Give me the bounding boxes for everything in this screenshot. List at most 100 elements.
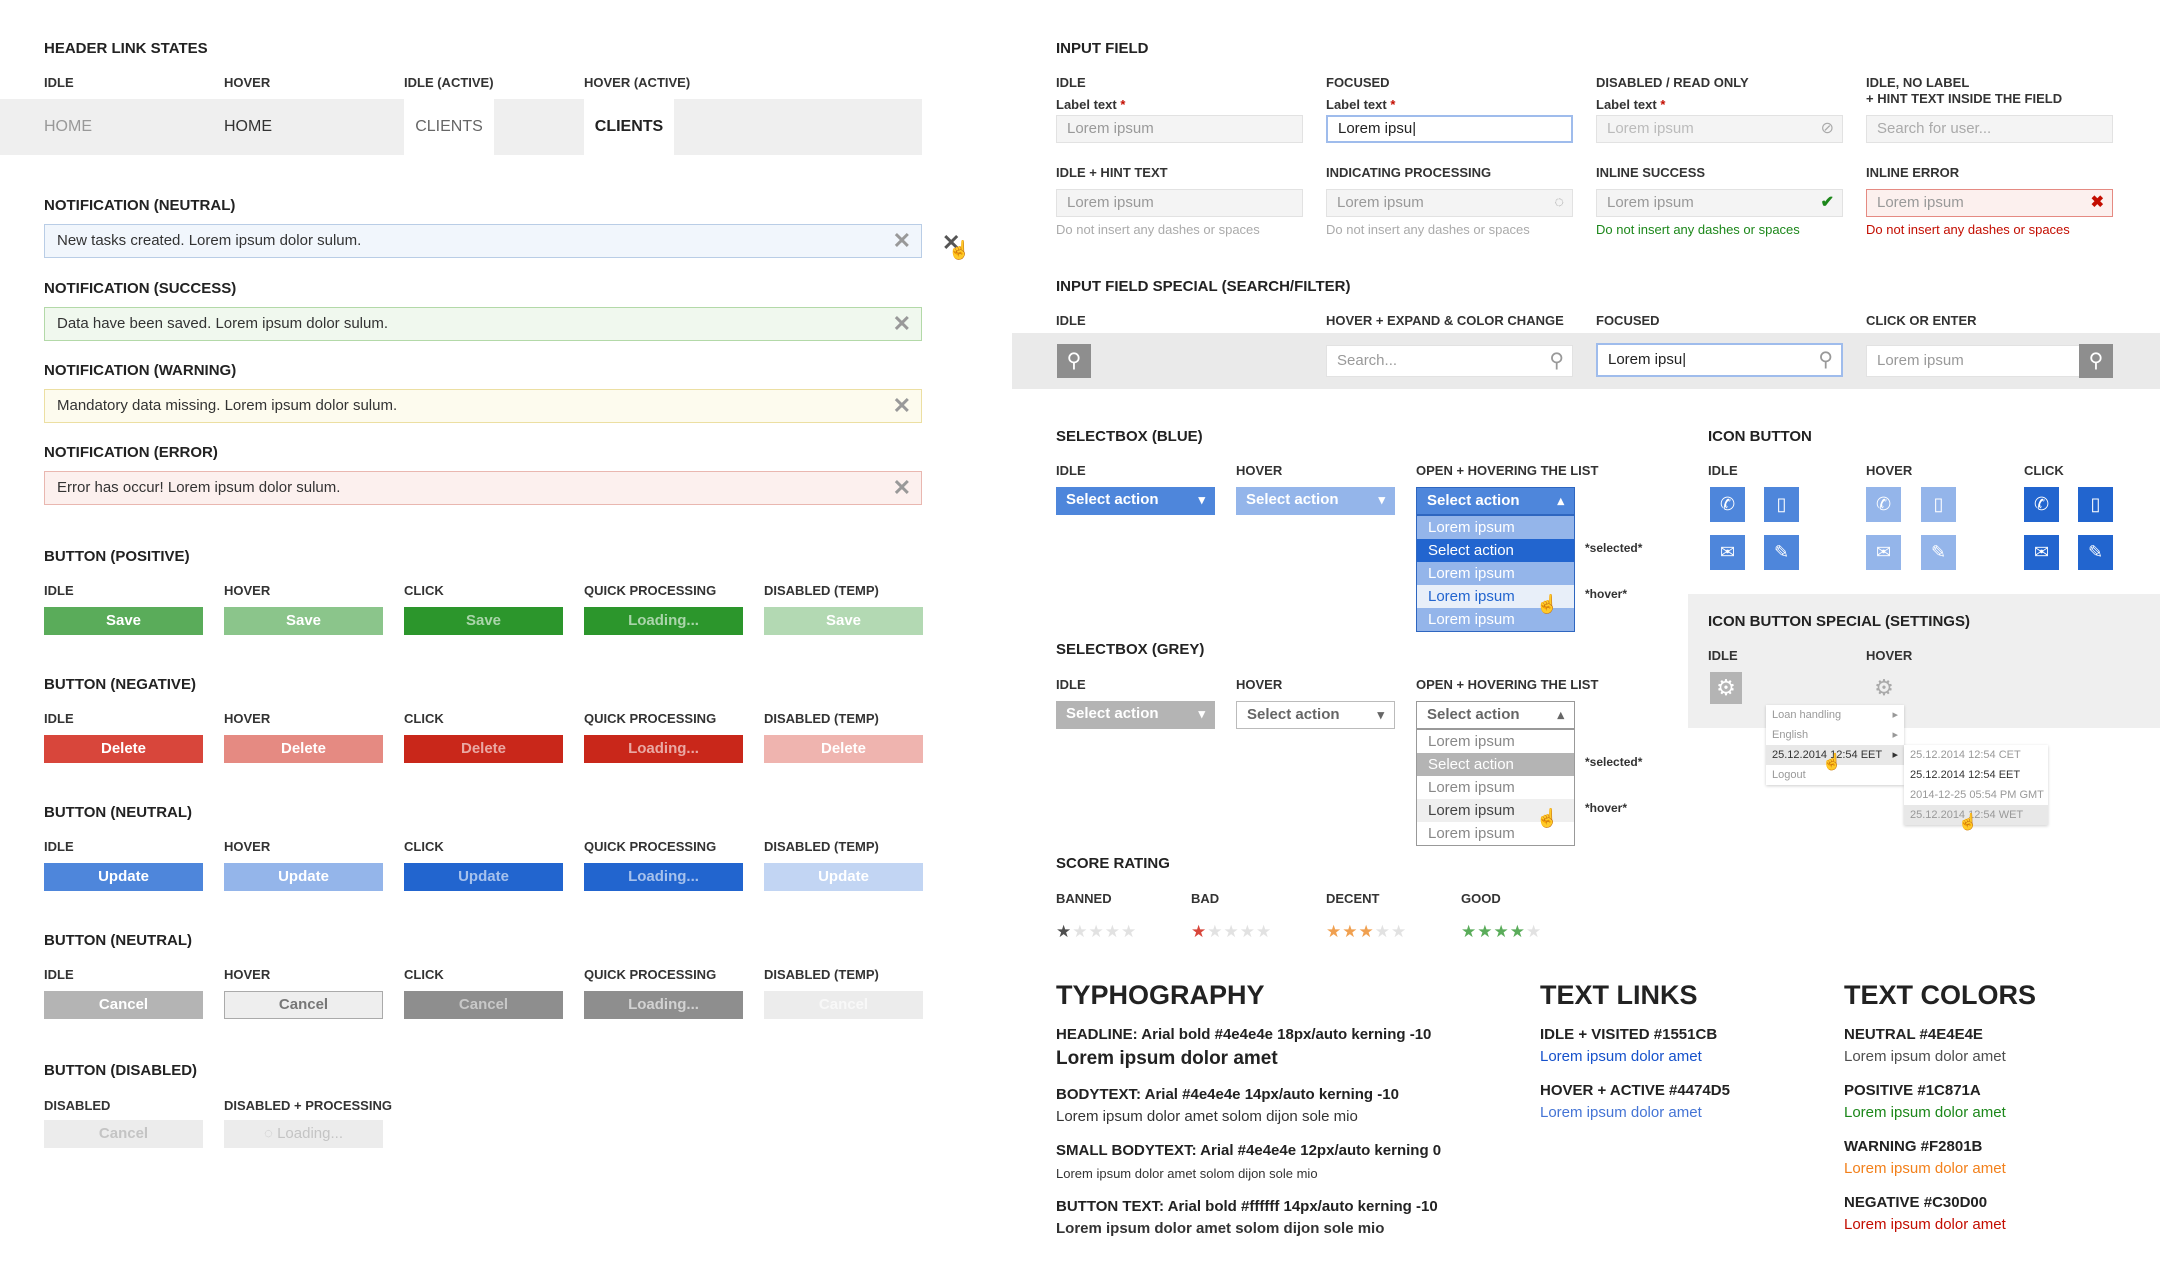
notification-text: Data have been saved. Lorem ipsum dolor … xyxy=(57,315,389,332)
update-button-hover[interactable]: Update xyxy=(224,863,383,891)
cancel-button-idle[interactable]: Cancel xyxy=(44,991,203,1019)
selectbox-grey-idle[interactable]: Select action ▾ xyxy=(1056,701,1215,729)
header-link-clients-active[interactable]: CLIENTS xyxy=(404,99,494,155)
cancel-button-hover[interactable]: Cancel xyxy=(224,991,383,1019)
rating-label: DECENT xyxy=(1326,891,1380,906)
delete-button-hover[interactable]: Delete xyxy=(224,735,383,763)
phone-icon[interactable]: ✆ xyxy=(2024,487,2059,522)
selectbox-grey-hover[interactable]: Select action ▾ xyxy=(1236,701,1395,729)
delete-button-idle[interactable]: Delete xyxy=(44,735,203,763)
update-button-idle[interactable]: Update xyxy=(44,863,203,891)
state-label: CLICK xyxy=(404,839,444,854)
pencil-icon[interactable]: ✎ xyxy=(2078,535,2113,570)
menu-item[interactable]: 2014-12-25 05:54 PM GMT xyxy=(1904,785,2048,805)
field-label: Label text * xyxy=(1326,97,1396,112)
link-spec: IDLE + VISITED #1551CB xyxy=(1540,1026,1718,1043)
list-item-selected[interactable]: Select action xyxy=(1417,539,1574,562)
list-item-selected[interactable]: Select action xyxy=(1417,753,1574,776)
mail-icon[interactable]: ✉ xyxy=(2024,535,2059,570)
hand-cursor-icon: ☝ xyxy=(1958,814,1978,831)
mail-icon[interactable]: ✉ xyxy=(1866,535,1901,570)
close-icon[interactable]: ✕ xyxy=(893,472,911,504)
list-item[interactable]: Lorem ipsum xyxy=(1417,516,1574,539)
mobile-icon[interactable]: ▯ xyxy=(1921,487,1956,522)
header-link-clients-active-hover[interactable]: CLIENTS xyxy=(584,99,674,155)
star-icon: ★ xyxy=(1391,922,1408,941)
text-input-focused[interactable]: Lorem ipsu| xyxy=(1326,115,1573,143)
text-input-idle[interactable]: Lorem ipsum xyxy=(1056,115,1303,143)
delete-button-processing[interactable]: Loading... xyxy=(584,735,743,763)
search-user-input[interactable]: Search for user... xyxy=(1866,115,2113,143)
selectbox-blue-hover[interactable]: Select action ▾ xyxy=(1236,487,1395,515)
typo-spec: HEADLINE: Arial bold #4e4e4e 18px/auto k… xyxy=(1056,1026,1432,1043)
color-sample-positive: Lorem ipsum dolor amet xyxy=(1844,1104,2006,1121)
state-label: QUICK PROCESSING xyxy=(584,839,717,854)
header-link-home-hover[interactable]: HOME xyxy=(224,99,272,155)
close-icon[interactable]: ✕ xyxy=(893,225,911,257)
phone-icon[interactable]: ✆ xyxy=(1710,487,1745,522)
save-button-click[interactable]: Save xyxy=(404,607,563,635)
search-input-focused[interactable]: Lorem ipsu| ⚲ xyxy=(1596,343,1843,377)
list-item[interactable]: Lorem ipsum xyxy=(1417,776,1574,799)
menu-item[interactable]: English ▸ xyxy=(1766,725,1904,745)
save-button-processing[interactable]: Loading... xyxy=(584,607,743,635)
pencil-icon[interactable]: ✎ xyxy=(1921,535,1956,570)
search-input-hover[interactable]: Search... ⚲ xyxy=(1326,345,1573,377)
state-label: CLICK xyxy=(2024,463,2064,478)
delete-button-click[interactable]: Delete xyxy=(404,735,563,763)
state-label: DISABLED (TEMP) xyxy=(764,967,879,982)
update-button-click[interactable]: Update xyxy=(404,863,563,891)
update-button-processing[interactable]: Loading... xyxy=(584,863,743,891)
pencil-icon[interactable]: ✎ xyxy=(1764,535,1799,570)
text-input-processing[interactable]: Lorem ipsum ◌ xyxy=(1326,189,1573,217)
notification-text: New tasks created. Lorem ipsum dolor sul… xyxy=(57,232,362,249)
text-input-success[interactable]: Lorem ipsum ✔ xyxy=(1596,189,1843,217)
state-label: IDLE xyxy=(1708,648,1738,663)
typo-sample-body: Lorem ipsum dolor amet solom dijon sole … xyxy=(1056,1108,1358,1125)
section-title-button-group: BUTTON (NEUTRAL) xyxy=(44,932,193,949)
mail-icon[interactable]: ✉ xyxy=(1710,535,1745,570)
text-input-error[interactable]: Lorem ipsum ✖ xyxy=(1866,189,2113,217)
search-input-click[interactable]: Lorem ipsum xyxy=(1866,345,2081,377)
menu-item[interactable]: Loan handling ▸ xyxy=(1766,705,1904,725)
search-button-icon[interactable]: ⚲ xyxy=(1057,344,1091,378)
list-item[interactable]: Lorem ipsum xyxy=(1417,562,1574,585)
close-icon[interactable]: ✕ xyxy=(893,390,911,422)
text-link-hover[interactable]: Lorem ipsum dolor amet xyxy=(1540,1104,1702,1121)
hand-cursor-icon: ☝ xyxy=(1822,754,1842,771)
rating-label: GOOD xyxy=(1461,891,1501,906)
delete-button-disabled: Delete xyxy=(764,735,923,763)
cancel-button-click[interactable]: Cancel xyxy=(404,991,563,1019)
text-link-idle[interactable]: Lorem ipsum dolor amet xyxy=(1540,1048,1702,1065)
mobile-icon[interactable]: ▯ xyxy=(2078,487,2113,522)
state-label: HOVER xyxy=(224,583,271,598)
gear-icon[interactable]: ⚙ xyxy=(1868,672,1900,704)
star-icon: ★ xyxy=(1072,922,1089,941)
close-icon[interactable]: ✕ xyxy=(893,308,911,340)
section-title-button-group: BUTTON (NEGATIVE) xyxy=(44,676,196,693)
selectbox-grey-open[interactable]: Select action ▴ xyxy=(1416,701,1575,729)
state-label: HOVER xyxy=(224,75,271,90)
state-label: DISABLED / READ ONLY xyxy=(1596,75,1749,90)
save-button-disabled: Save xyxy=(764,607,923,635)
selectbox-blue-open[interactable]: Select action ▴ xyxy=(1416,487,1575,515)
mobile-icon[interactable]: ▯ xyxy=(1764,487,1799,522)
section-title-typography: TYPHOGRAPHY xyxy=(1056,980,1265,1010)
save-button-hover[interactable]: Save xyxy=(224,607,383,635)
header-link-home-idle[interactable]: HOME xyxy=(44,99,92,155)
gear-icon[interactable]: ⚙ xyxy=(1710,672,1742,704)
search-button-icon[interactable]: ⚲ xyxy=(2079,344,2113,378)
menu-item-selected[interactable]: 25.12.2014 12:54 EET xyxy=(1904,765,2048,785)
star-icon: ★ xyxy=(1223,922,1240,941)
menu-item[interactable]: 25.12.2014 12:54 CET xyxy=(1904,745,2048,765)
list-item[interactable]: Lorem ipsum xyxy=(1417,730,1574,753)
state-label: INDICATING PROCESSING xyxy=(1326,165,1492,180)
text-input-hint[interactable]: Lorem ipsum xyxy=(1056,189,1303,217)
color-spec: POSITIVE #1C871A xyxy=(1844,1082,1981,1099)
phone-icon[interactable]: ✆ xyxy=(1866,487,1901,522)
note-hover: *hover* xyxy=(1585,801,1628,815)
selectbox-blue-idle[interactable]: Select action ▾ xyxy=(1056,487,1215,515)
section-title-notification-success: NOTIFICATION (SUCCESS) xyxy=(44,280,237,297)
cancel-button-processing[interactable]: Loading... xyxy=(584,991,743,1019)
save-button-idle[interactable]: Save xyxy=(44,607,203,635)
